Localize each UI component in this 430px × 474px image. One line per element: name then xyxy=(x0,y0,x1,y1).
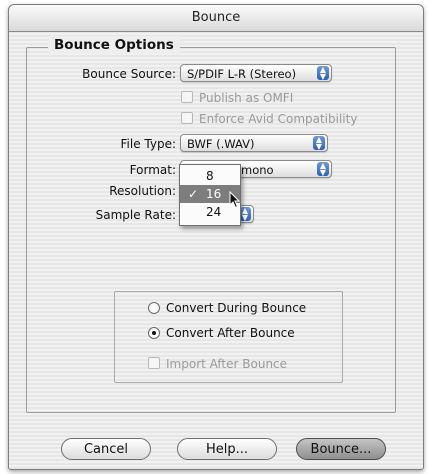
help-button[interactable]: Help... xyxy=(177,438,277,460)
file-type-label: File Type: xyxy=(120,137,177,151)
resolution-label: Resolution: xyxy=(109,184,176,198)
group-title: Bounce Options xyxy=(48,36,180,54)
radio-selected-icon xyxy=(148,327,160,339)
bounce-button[interactable]: Bounce... xyxy=(296,438,386,460)
resolution-option-8[interactable]: 8 xyxy=(180,167,240,185)
import-after-label: Import After Bounce xyxy=(166,357,288,371)
publish-omfi-label: Publish as OMFI xyxy=(199,91,294,105)
checkbox-icon xyxy=(181,91,193,103)
window-title: Bounce xyxy=(9,5,423,32)
format-value: mono xyxy=(241,163,274,177)
radio-icon xyxy=(148,302,160,314)
bounce-source-popup[interactable]: S/PDIF L-R (Stereo) ▲ ▼ xyxy=(180,64,332,82)
mouse-pointer-icon xyxy=(229,191,241,209)
file-type-popup[interactable]: BWF (.WAV) ▲ ▼ xyxy=(180,134,328,152)
checkbox-icon xyxy=(181,112,193,124)
format-label: Format: xyxy=(129,163,176,177)
file-type-value: BWF (.WAV) xyxy=(187,137,255,151)
enforce-avid-checkbox[interactable]: Enforce Avid Compatibility xyxy=(181,112,357,126)
checkbox-icon xyxy=(148,357,160,369)
popup-arrows-icon: ▲ ▼ xyxy=(313,136,325,151)
convert-after-radio[interactable]: Convert After Bounce xyxy=(148,326,295,340)
popup-arrows-icon: ▲ ▼ xyxy=(317,162,329,177)
convert-after-label: Convert After Bounce xyxy=(166,326,295,340)
convert-during-label: Convert During Bounce xyxy=(166,301,307,315)
cancel-button[interactable]: Cancel xyxy=(61,438,151,460)
publish-omfi-checkbox[interactable]: Publish as OMFI xyxy=(181,91,293,105)
popup-arrows-icon: ▲ ▼ xyxy=(317,66,329,81)
bounce-source-value: S/PDIF L-R (Stereo) xyxy=(187,67,297,81)
import-after-checkbox[interactable]: Import After Bounce xyxy=(148,357,287,371)
enforce-avid-label: Enforce Avid Compatibility xyxy=(199,112,358,126)
bounce-source-label: Bounce Source: xyxy=(82,67,176,81)
checkmark-icon: ✓ xyxy=(188,187,199,201)
convert-during-radio[interactable]: Convert During Bounce xyxy=(148,301,306,315)
sample-rate-label: Sample Rate: xyxy=(95,208,176,222)
